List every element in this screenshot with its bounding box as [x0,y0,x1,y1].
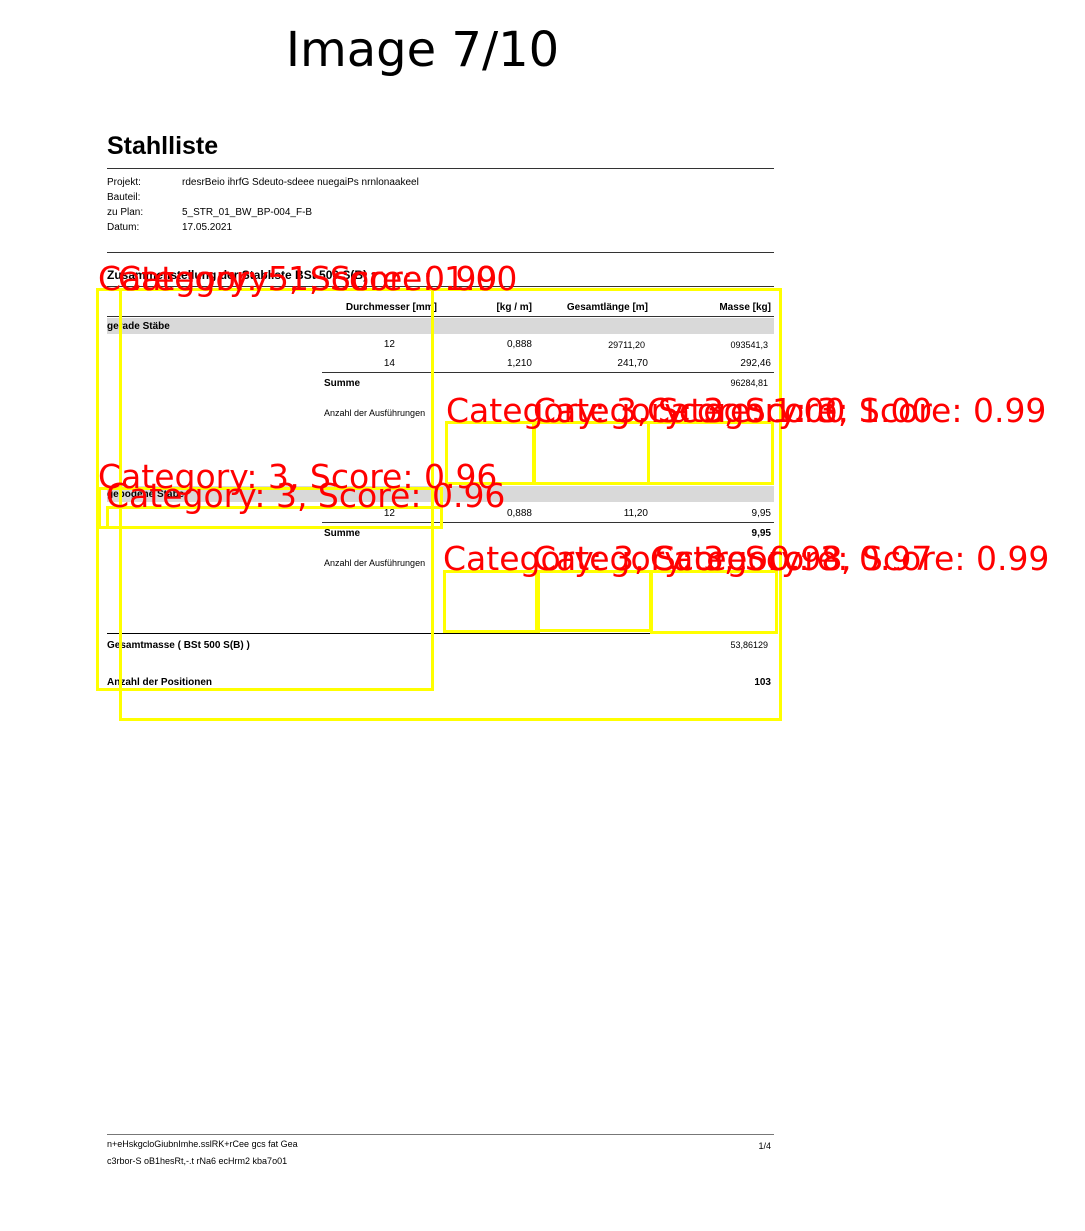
footer-divider [107,1134,774,1135]
meta-key-datum: Datum: [107,222,140,233]
detection-box [533,421,650,485]
page-number: 1/4 [758,1141,771,1151]
detection-box [443,570,540,633]
detection-box [647,421,774,485]
meta-value-plan: 5_STR_01_BW_BP-004_F-B [182,207,313,218]
detection-box [650,570,778,634]
detection-label: Category: 3, Score: 0.99 [650,539,1050,578]
meta-value-projekt: rdesrBeio ihrfG Sdeuto-sdeee nuegaiPs nr… [182,177,419,188]
divider [107,252,774,253]
detection-label: Category: 3, Score: 0.96 [106,476,506,515]
meta-key-bauteil: Bauteil: [107,192,141,203]
detection-label: Category: 3, Score: 0.99 [647,391,1047,430]
meta-value-datum: 17.05.2021 [182,222,233,233]
footer-line-1: n+eHskgcloGiubnImhe.sslRK+rCee gcs fat G… [107,1139,298,1149]
figure-title: Image 7/10 [285,22,560,78]
detection-label: Category: 1, Score: 1.00 [118,259,518,298]
meta-key-projekt: Projekt: [107,177,141,188]
meta-key-plan: zu Plan: [107,207,144,218]
document-title: Stahlliste [107,132,219,160]
divider [107,168,774,169]
footer-line-2: c3rbor-S oB1hesRt,-.t rNa6 ecHrm2 kba7o0… [107,1156,288,1166]
detection-box [535,570,652,632]
